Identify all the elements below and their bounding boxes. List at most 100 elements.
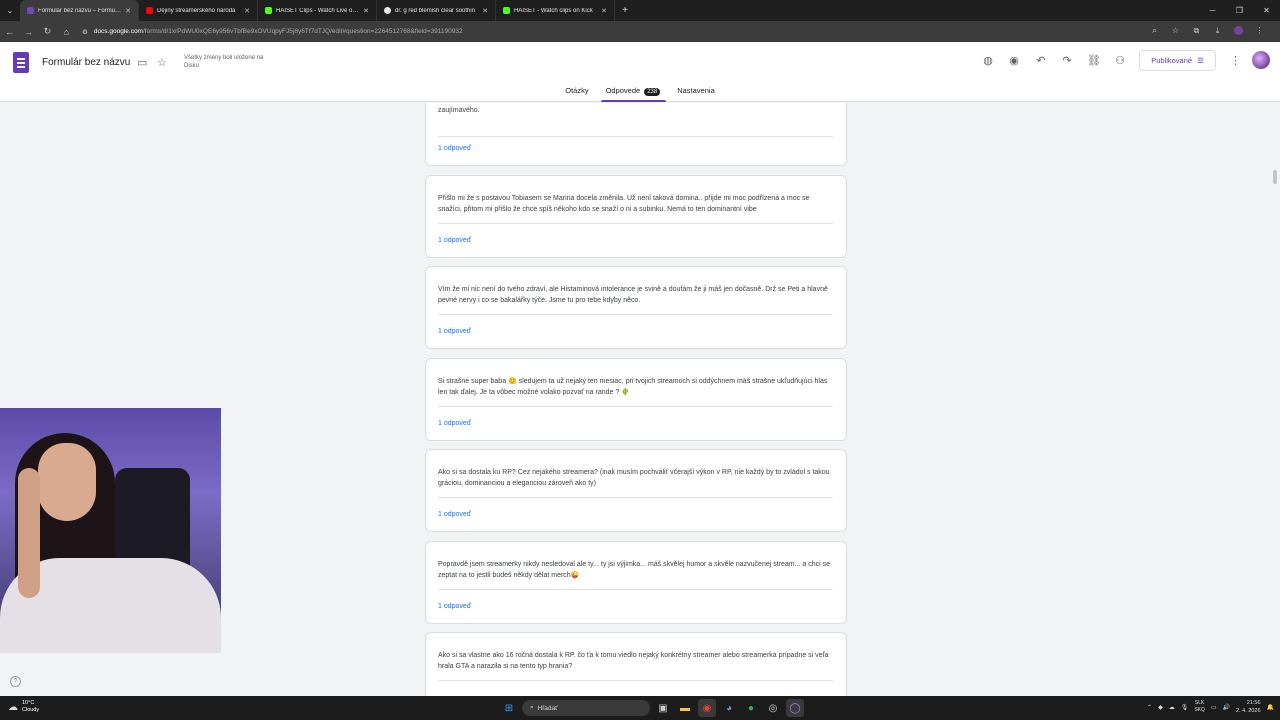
- saved-status: Všetky zmeny boli uložené na Disku: [184, 55, 264, 69]
- back-icon[interactable]: ←: [0, 27, 19, 37]
- response-text: Přišlo mi že s postavou Tobiasem se Mari…: [438, 195, 810, 213]
- star-icon[interactable]: ☆: [157, 56, 167, 69]
- close-window-icon[interactable]: ✕: [1253, 6, 1280, 15]
- volume-icon[interactable]: 🔊: [1223, 704, 1230, 711]
- tab-title: HAISET - Watch clips on Kick: [514, 7, 593, 14]
- lang-bottom: SKQ: [1194, 707, 1205, 713]
- site-info-icon[interactable]: ⚙: [82, 28, 88, 36]
- tab-responses[interactable]: Odpovede 238: [600, 86, 666, 102]
- tray-app-icon[interactable]: ◆: [1158, 704, 1163, 711]
- more-options-icon[interactable]: ⋮: [1230, 54, 1241, 67]
- response-count-link[interactable]: 1 odpoveď: [438, 328, 471, 335]
- microphone-icon[interactable]: 🎙: [1181, 704, 1189, 711]
- response-text: Ako si sa vlastne ako 16 ročná dostala k…: [438, 652, 829, 670]
- tab-search-icon[interactable]: ⌄: [0, 6, 20, 15]
- profile-icon[interactable]: [1228, 26, 1249, 37]
- taskbar: ☁ 10°C Cloudy ⊞ ⌕ Hľadať ▣ ▬ ◉ ◕ ● ◎ ◯ ⌃ …: [0, 696, 1280, 720]
- responses-count-badge: 238: [644, 88, 661, 96]
- response-card: Popravdě jsem streamerky nikdy nesledova…: [425, 541, 847, 624]
- divider: [438, 223, 833, 224]
- link-icon[interactable]: ⛓: [1086, 54, 1102, 67]
- windows-start-icon[interactable]: ⊞: [500, 699, 518, 717]
- extensions-icon[interactable]: ⧉: [1186, 26, 1207, 37]
- zoom-icon[interactable]: ⌕: [1144, 26, 1165, 37]
- close-tab-icon[interactable]: ✕: [244, 7, 250, 15]
- chrome-icon[interactable]: ◉: [698, 699, 716, 717]
- account-avatar[interactable]: [1252, 51, 1270, 69]
- task-view-icon[interactable]: ▣: [654, 699, 672, 717]
- system-tray: ⌃ ◆ ☁ 🎙 SLK SKQ ▭ 🔊 21:56 2. 4. 2026 🔔: [1147, 699, 1274, 715]
- weather-widget[interactable]: ☁ 10°C Cloudy: [8, 700, 39, 714]
- response-count-link[interactable]: 1 odpoveď: [438, 145, 471, 152]
- youtube-favicon-icon: [146, 7, 153, 14]
- folder-icon[interactable]: ▭: [137, 56, 147, 69]
- file-explorer-icon[interactable]: ▬: [676, 699, 694, 717]
- browser-tab-google[interactable]: dr. g red blemish clear soothin ✕: [377, 0, 496, 21]
- divider: [438, 589, 833, 590]
- taskbar-search[interactable]: ⌕ Hľadať: [522, 700, 650, 716]
- preview-eye-icon[interactable]: ◉: [1006, 54, 1022, 67]
- form-nav-tabs: Otázky Odpovede 238 Nastavenia: [0, 86, 1280, 102]
- response-card: Ako si sa dostala ku RP? Cez nejakého st…: [425, 449, 847, 532]
- response-text: Ako si sa dostala ku RP? Cez nejakého st…: [438, 469, 830, 487]
- maximize-icon[interactable]: ❐: [1226, 6, 1253, 15]
- obs-icon[interactable]: ◯: [786, 699, 804, 717]
- menu-icon[interactable]: ⋮: [1249, 26, 1270, 37]
- home-icon[interactable]: ⌂: [57, 27, 76, 37]
- browser-tab-kick-clips[interactable]: HAISET Clips - Watch Live on K ✕: [258, 0, 377, 21]
- browser-tab-forms[interactable]: Formulár bez názvu – Formulár ✕: [20, 0, 139, 21]
- close-tab-icon[interactable]: ✕: [482, 7, 488, 15]
- close-tab-icon[interactable]: ✕: [125, 7, 131, 15]
- tab-title: HAISET Clips - Watch Live on K: [276, 7, 360, 14]
- lang-top: SLK: [1194, 700, 1205, 706]
- weather-desc: Cloudy: [22, 707, 40, 713]
- reload-icon[interactable]: ↻: [38, 26, 57, 37]
- undo-icon[interactable]: ↶: [1033, 54, 1049, 67]
- response-count-link[interactable]: 1 odpoveď: [438, 237, 471, 244]
- response-text: Si strašne super baba 😊 sledujem ta už n…: [438, 378, 828, 396]
- tab-settings[interactable]: Nastavenia: [675, 86, 717, 102]
- redo-icon[interactable]: ↷: [1059, 54, 1075, 67]
- notifications-icon[interactable]: 🔔: [1267, 704, 1274, 711]
- discord-icon[interactable]: ◕: [720, 699, 738, 717]
- palette-icon[interactable]: ◍: [980, 54, 996, 67]
- spotify-icon[interactable]: ●: [742, 699, 760, 717]
- google-forms-logo-icon[interactable]: [13, 52, 29, 73]
- response-count-link[interactable]: 1 odpoveď: [438, 511, 471, 518]
- language-indicator[interactable]: SLK SKQ: [1194, 700, 1205, 714]
- new-tab-icon[interactable]: +: [615, 5, 635, 16]
- tray-chevron-icon[interactable]: ⌃: [1147, 704, 1152, 711]
- close-tab-icon[interactable]: ✕: [363, 7, 369, 15]
- downloads-icon[interactable]: ⤓: [1207, 26, 1228, 37]
- onedrive-icon[interactable]: ☁: [1169, 704, 1175, 711]
- url-host: docs.google.com: [93, 28, 143, 35]
- scrollbar-thumb[interactable]: [1273, 170, 1277, 184]
- response-card: Si strašne super baba 😊 sledujem ta už n…: [425, 358, 847, 441]
- minimize-icon[interactable]: ─: [1199, 6, 1226, 15]
- steam-icon[interactable]: ◎: [764, 699, 782, 717]
- cloud-icon: ☁: [8, 701, 18, 713]
- tab-responses-label: Odpovede: [605, 86, 641, 95]
- browser-tab-youtube[interactable]: Dějiny streamerského národa ✕: [139, 0, 258, 21]
- response-count-link[interactable]: 1 odpoveď: [438, 420, 471, 427]
- browser-tab-kick[interactable]: HAISET - Watch clips on Kick ✕: [496, 0, 615, 21]
- bookmark-star-icon[interactable]: ☆: [1165, 26, 1186, 37]
- url-field[interactable]: ⚙ docs.google.com/forms/d/1xrPdWU0xQE6y9…: [82, 24, 1144, 39]
- forward-icon[interactable]: →: [19, 27, 38, 37]
- publish-label: Publikované: [1151, 56, 1193, 65]
- network-icon[interactable]: ▭: [1211, 704, 1217, 711]
- form-title[interactable]: Formulár bez názvu: [42, 57, 130, 68]
- clock-date: 2. 4. 2026: [1236, 708, 1261, 714]
- clock[interactable]: 21:56 2. 4. 2026: [1236, 699, 1260, 715]
- url-path: /forms/d/1xrPdWU0xQE6y956vTbfBe9xOVUqpyF…: [142, 28, 463, 35]
- close-tab-icon[interactable]: ✕: [601, 7, 607, 15]
- tab-questions[interactable]: Otázky: [563, 86, 590, 102]
- add-collaborator-icon[interactable]: ⚇: [1112, 54, 1128, 67]
- kick-favicon-icon: [265, 7, 272, 14]
- search-placeholder: Hľadať: [537, 704, 558, 712]
- help-icon[interactable]: ?: [10, 676, 21, 687]
- address-bar: ← → ↻ ⌂ ⚙ docs.google.com/forms/d/1xrPdW…: [0, 21, 1280, 42]
- response-count-link[interactable]: 1 odpoveď: [438, 603, 471, 610]
- divider: [438, 406, 833, 407]
- publish-button[interactable]: Publikované ☰: [1139, 50, 1216, 71]
